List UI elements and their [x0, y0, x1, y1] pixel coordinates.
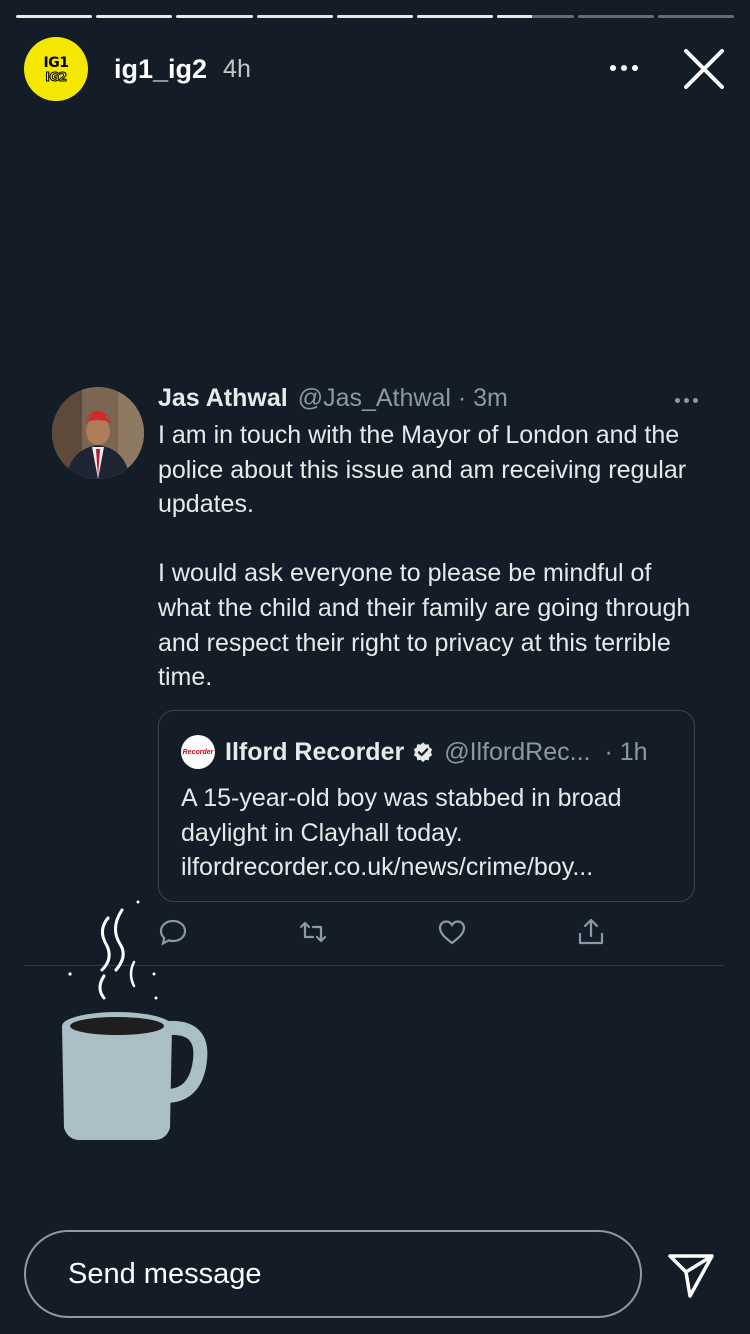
- progress-segment: [176, 15, 253, 18]
- quoted-author-handle: @IlfordRec...: [444, 737, 591, 766]
- progress-segment: [336, 15, 414, 18]
- more-options-button[interactable]: [604, 53, 644, 83]
- verified-badge-icon: [414, 742, 433, 763]
- quoted-tweet-text: A 15-year-old boy was stabbed in broad d…: [181, 784, 622, 882]
- tweet-card: Jas Athwal @Jas_Athwal · 3m I am in touc…: [24, 370, 724, 966]
- progress-segment: [657, 15, 734, 18]
- tweet-paragraph: I would ask everyone to please be mindfu…: [158, 559, 691, 692]
- send-message-input[interactable]: [24, 1230, 642, 1318]
- quoted-author-name: Ilford Recorder: [225, 737, 405, 766]
- quoted-tweet: Recorder Ilford Recorder @IlfordRec... ·…: [158, 710, 695, 902]
- coffee-mug-sticker[interactable]: [58, 900, 218, 1150]
- tweet-paragraph: I am in touch with the Mayor of London a…: [158, 421, 687, 519]
- progress-segment: [96, 15, 173, 18]
- progress-segment: [417, 15, 494, 18]
- tweet-text: I am in touch with the Mayor of London a…: [158, 418, 708, 695]
- avatar[interactable]: IG1 IG2: [24, 37, 88, 101]
- avatar-text-2: IG2: [45, 69, 68, 84]
- tweet-more-icon: [675, 398, 698, 403]
- recorder-logo: Recorder: [181, 735, 215, 769]
- post-time: 4h: [223, 54, 251, 83]
- progress-segment: [16, 15, 93, 18]
- retweet-icon: [299, 921, 327, 943]
- quoted-tweet-header: Recorder Ilford Recorder @IlfordRec... ·…: [181, 735, 676, 769]
- tweet-header: Jas Athwal @Jas_Athwal · 3m: [158, 384, 698, 413]
- close-icon[interactable]: [682, 47, 726, 91]
- progress-segment: [256, 15, 333, 18]
- avatar-text-1: IG1: [43, 54, 69, 71]
- progress-segment: [577, 15, 654, 18]
- tweet-author-handle: @Jas_Athwal · 3m: [297, 384, 508, 412]
- send-icon[interactable]: [666, 1250, 716, 1300]
- quoted-time: · 1h: [604, 737, 648, 766]
- progress-segment: [497, 15, 574, 18]
- tweet-author-name: Jas Athwal: [158, 384, 288, 412]
- tweet-avatar: [52, 387, 144, 479]
- story-header: IG1 IG2 ig1_ig2 4h: [24, 37, 726, 101]
- username[interactable]: ig1_ig2: [114, 54, 207, 85]
- like-icon: [438, 920, 466, 945]
- tweet-actions: [158, 917, 618, 947]
- share-icon: [578, 918, 604, 945]
- story-progress-bar: [16, 15, 734, 18]
